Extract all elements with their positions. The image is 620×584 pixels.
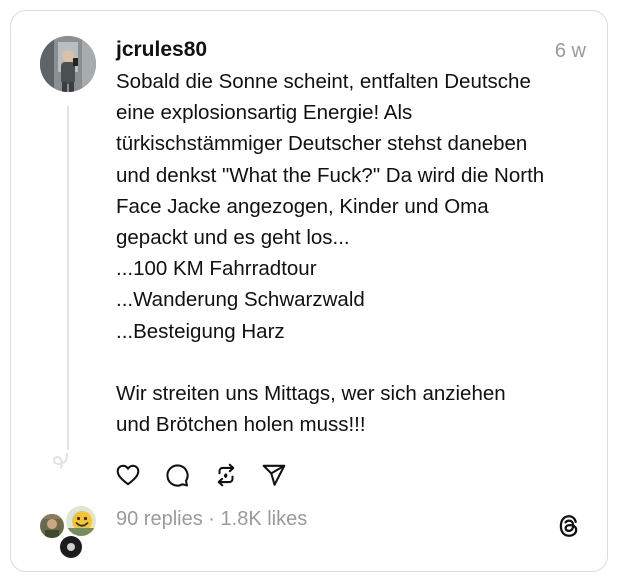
post-line: und Brötchen holen muss!!! [116,413,366,437]
post-line: Face Jacke angezogen, Kinder und Oma [116,194,489,218]
post-line: Sobald die Sonne scheint, entfalten Deut… [116,70,531,93]
post-line: gepackt und es geht los... [116,226,350,250]
reply-avatars[interactable] [38,504,100,560]
post-stats: 90 replies · 1.8K likes [116,506,307,532]
post-line: und denkst "What the Fuck?" Da wird die … [116,163,545,187]
replies-count[interactable]: 90 replies [116,508,203,530]
like-button[interactable] [114,461,142,489]
profile-photo-icon [40,36,96,92]
reply-avatar-photo-icon [40,514,64,538]
profile-avatar[interactable] [40,36,96,92]
post-body: Sobald die Sonne scheint, entfalten Deut… [116,66,591,440]
repost-icon [217,463,235,487]
likes-count[interactable]: 1.8K likes [221,508,308,530]
reply-avatar [64,504,98,538]
reply-avatar [58,534,84,560]
username[interactable]: jcrules80 [116,37,207,63]
heart-icon [116,464,140,486]
reply-avatar-dark-icon [60,536,82,558]
smiley-icon [66,506,96,536]
post-line: eine explosionsartig Energie! Als [116,101,413,125]
post-line: türkischstämmiger Deutscher stehst daneb… [116,132,528,156]
post-line: Wir streiten uns Mittags, wer sich anzie… [116,382,506,406]
post-line [116,347,591,378]
post-line: ...Besteigung Harz [116,319,285,343]
post-timestamp: 6 w [554,40,586,62]
share-button[interactable] [260,461,288,489]
repost-button[interactable] [212,461,240,489]
stats-separator: · [208,508,215,530]
share-icon [262,464,286,486]
post-line: ...Wanderung Schwarzwald [116,288,365,312]
comment-icon [166,464,189,487]
threads-logo-icon[interactable] [556,513,582,539]
thread-curl-icon [52,453,68,469]
thread-line [67,106,69,450]
post-line: ...100 KM Fahrradtour [116,257,317,281]
reply-button[interactable] [163,461,191,489]
reply-avatar [38,512,66,540]
